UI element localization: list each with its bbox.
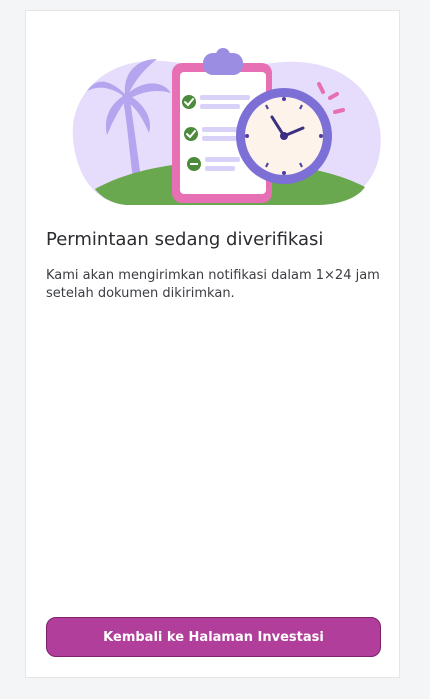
status-description: Kami akan mengirimkan notifikasi dalam 1… bbox=[46, 268, 380, 301]
status-title: Permintaan sedang diverifikasi bbox=[46, 229, 324, 250]
verification-illustration bbox=[67, 39, 387, 209]
verification-status-card: Permintaan sedang diverifikasi Kami akan… bbox=[25, 10, 400, 678]
clock-icon bbox=[236, 88, 332, 184]
back-to-investment-button[interactable]: Kembali ke Halaman Investasi bbox=[46, 617, 381, 657]
